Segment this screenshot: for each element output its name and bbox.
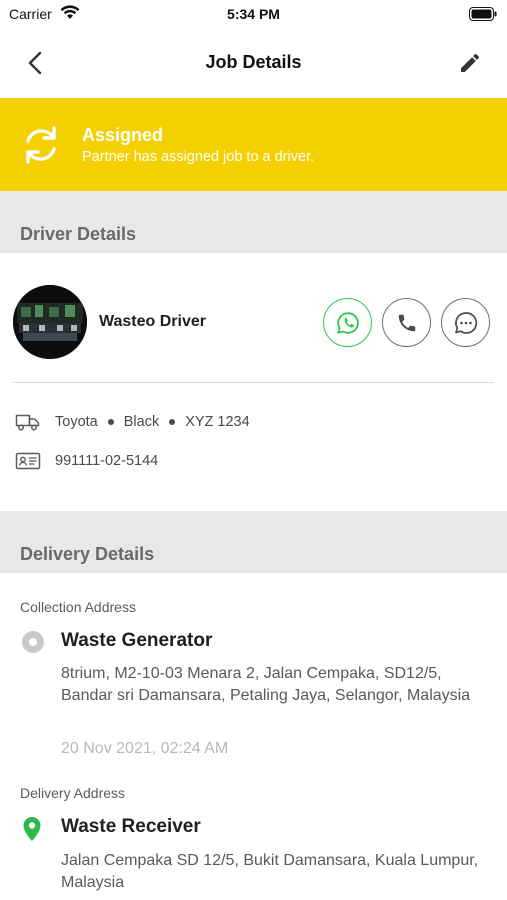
chat-icon (454, 311, 477, 334)
divider (13, 382, 494, 383)
status-subtitle: Partner has assigned job to a driver. (82, 149, 315, 165)
call-button[interactable] (382, 298, 431, 347)
id-info-row: 991111-02-5144 (15, 450, 158, 472)
delivery-name: Waste Receiver (61, 816, 201, 837)
separator-dot (169, 419, 176, 425)
navigation-bar: Job Details (0, 30, 507, 98)
battery-icon (469, 7, 497, 26)
chat-button[interactable] (441, 298, 490, 347)
collection-time: 20 Nov 2021, 02:24 AM (61, 740, 229, 757)
whatsapp-icon (336, 311, 359, 334)
job-status-banner: Assigned Partner has assigned job to a d… (0, 98, 507, 191)
status-bar: Carrier 5:34 PM (0, 0, 507, 30)
collection-address-text: 8trium, M2-10-03 Menara 2, Jalan Cempaka… (61, 665, 471, 704)
driver-name: Wasteo Driver (99, 313, 206, 330)
section-title: Delivery Details (20, 544, 155, 564)
separator-dot (107, 419, 114, 425)
whatsapp-button[interactable] (323, 298, 372, 347)
origin-dot-icon (21, 630, 45, 659)
vehicle-plate: XYZ 1234 (185, 414, 250, 430)
truck-icon (15, 412, 41, 432)
collection-address-label: Collection Address (20, 599, 136, 615)
section-title: Driver Details (20, 224, 137, 244)
pencil-icon (461, 53, 480, 72)
driver-id-number: 991111-02-5144 (55, 453, 159, 469)
delivery-address-text: Jalan Cempaka SD 12/5, Bukit Damansara, … (61, 852, 479, 891)
vehicle-make: Toyota (55, 414, 98, 430)
collection-name: Waste Generator (61, 630, 213, 651)
refresh-icon (20, 124, 62, 171)
vehicle-info-row: Toyota Black XYZ 1234 (15, 411, 250, 433)
phone-icon (398, 314, 415, 331)
delivery-address-label: Delivery Address (20, 785, 126, 801)
driver-card: Wasteo Driver (0, 284, 507, 360)
clock: 5:34 PM (227, 6, 280, 22)
id-card-icon (15, 451, 41, 471)
location-pin-icon (21, 816, 43, 847)
status-title: Assigned (82, 125, 164, 145)
driver-details-header: Driver Details (0, 191, 507, 253)
avatar (13, 285, 87, 359)
edit-button[interactable] (455, 48, 485, 78)
vehicle-color: Black (123, 414, 160, 430)
delivery-details-header: Delivery Details (0, 511, 507, 573)
page-title: Job Details (205, 52, 302, 72)
